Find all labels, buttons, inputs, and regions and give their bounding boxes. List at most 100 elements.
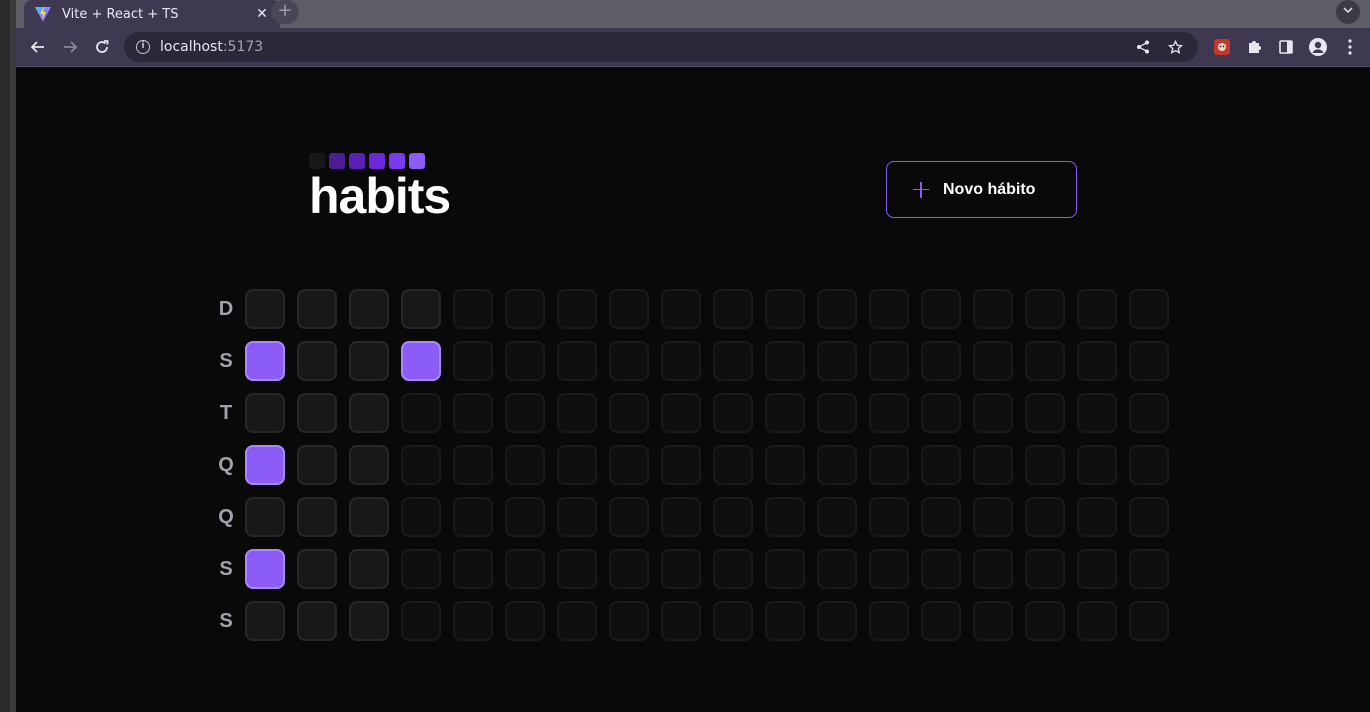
back-button[interactable] [22, 31, 54, 63]
habit-day-cell [973, 393, 1013, 433]
habit-day-cell[interactable] [297, 445, 337, 485]
weekday-label: Q [218, 506, 234, 528]
weekday-label: T [219, 402, 233, 424]
habit-day-cell [557, 497, 597, 537]
weekday-label: S [219, 350, 233, 372]
habit-day-cell[interactable] [297, 341, 337, 381]
habit-day-cell[interactable] [245, 289, 285, 329]
side-panel-icon[interactable] [1274, 35, 1298, 59]
browser-tab-active[interactable]: Vite + React + TS ✕ [24, 0, 280, 28]
habit-day-cell [869, 601, 909, 641]
habit-day-cell[interactable] [349, 445, 389, 485]
habit-day-cell[interactable] [401, 289, 441, 329]
habit-day-cell [1077, 445, 1117, 485]
habit-day-cell [453, 549, 493, 589]
habit-day-cell [1129, 445, 1169, 485]
reload-icon [96, 40, 109, 53]
habit-day-cell [557, 445, 597, 485]
habit-day-cell [661, 549, 701, 589]
address-bar[interactable]: i localhost:5173 [124, 32, 1198, 62]
habit-day-cell[interactable] [297, 601, 337, 641]
habit-day-cell[interactable] [245, 341, 285, 381]
habit-day-cell [609, 393, 649, 433]
close-tab-icon[interactable]: ✕ [254, 6, 270, 22]
habit-day-cell [973, 549, 1013, 589]
habit-day-cell [1025, 601, 1065, 641]
habit-day-cell [557, 289, 597, 329]
habit-day-cell [713, 445, 753, 485]
habit-day-cell [505, 445, 545, 485]
habit-day-cell [609, 289, 649, 329]
url-text[interactable]: localhost:5173 [160, 39, 1122, 55]
habit-day-cell [1025, 393, 1065, 433]
habit-day-cell[interactable] [349, 341, 389, 381]
habit-day-cell [921, 289, 961, 329]
habit-day-cell [817, 549, 857, 589]
habit-day-cell[interactable] [297, 393, 337, 433]
browser-menu-icon[interactable] [1338, 35, 1362, 59]
share-icon[interactable] [1132, 36, 1154, 58]
habit-day-cell [973, 289, 1013, 329]
habit-day-cell [1077, 497, 1117, 537]
habit-day-cell[interactable] [297, 289, 337, 329]
habit-day-cell [1077, 341, 1117, 381]
habit-day-cell [401, 497, 441, 537]
habit-day-cell[interactable] [245, 497, 285, 537]
habit-day-cell [453, 497, 493, 537]
habit-day-cell [921, 601, 961, 641]
forward-button[interactable] [54, 31, 86, 63]
habit-day-cell [1129, 393, 1169, 433]
habit-day-cell [1129, 601, 1169, 641]
habit-day-cell [869, 289, 909, 329]
extensions-puzzle-icon[interactable] [1242, 35, 1266, 59]
profile-avatar-icon[interactable] [1306, 35, 1330, 59]
habit-day-cell [921, 445, 961, 485]
extension-app-icon[interactable] [1210, 35, 1234, 59]
habit-day-cell[interactable] [245, 601, 285, 641]
habit-day-cell[interactable] [245, 393, 285, 433]
habit-day-cell [401, 549, 441, 589]
habit-day-cell [921, 341, 961, 381]
weekday-label: D [218, 298, 234, 320]
app-page: habits Novo hábito D S T Q Q S S [16, 67, 1370, 712]
habit-day-cell[interactable] [349, 393, 389, 433]
habit-day-cell[interactable] [349, 601, 389, 641]
habit-day-cell [1129, 549, 1169, 589]
habit-day-cell [609, 445, 649, 485]
habit-day-cell [661, 393, 701, 433]
habit-day-cell [869, 341, 909, 381]
habit-day-cell [453, 393, 493, 433]
habit-day-cell [869, 549, 909, 589]
habit-day-cell[interactable] [297, 549, 337, 589]
habit-day-cell [453, 601, 493, 641]
habit-day-cell[interactable] [349, 549, 389, 589]
habit-day-cell[interactable] [401, 341, 441, 381]
habit-day-cell[interactable] [245, 445, 285, 485]
habit-day-cell [765, 289, 805, 329]
habit-day-cell [973, 497, 1013, 537]
tab-search-chevron-icon[interactable] [1336, 0, 1360, 24]
habit-day-cell [661, 341, 701, 381]
new-habit-button[interactable]: Novo hábito [886, 161, 1077, 218]
habit-day-cell [765, 601, 805, 641]
tab-title: Vite + React + TS [62, 6, 179, 22]
habit-day-cell[interactable] [297, 497, 337, 537]
habit-day-cell[interactable] [349, 289, 389, 329]
habit-day-cell [505, 549, 545, 589]
habit-day-cell [609, 549, 649, 589]
habit-day-cell [973, 601, 1013, 641]
habit-day-cell [921, 549, 961, 589]
habit-day-cell [1025, 497, 1065, 537]
habit-day-cell[interactable] [245, 549, 285, 589]
habit-day-cell [713, 601, 753, 641]
habit-day-cell[interactable] [349, 497, 389, 537]
reload-button[interactable] [86, 31, 118, 63]
browser-tabbar: Vite + React + TS ✕ + [16, 0, 1370, 28]
forward-arrow-icon [64, 41, 78, 53]
new-tab-button[interactable]: + [271, 0, 299, 24]
habit-day-cell [557, 549, 597, 589]
habit-day-cell [765, 549, 805, 589]
bookmark-star-icon[interactable] [1164, 36, 1186, 58]
habit-day-cell [817, 289, 857, 329]
site-info-icon[interactable]: i [136, 40, 150, 54]
